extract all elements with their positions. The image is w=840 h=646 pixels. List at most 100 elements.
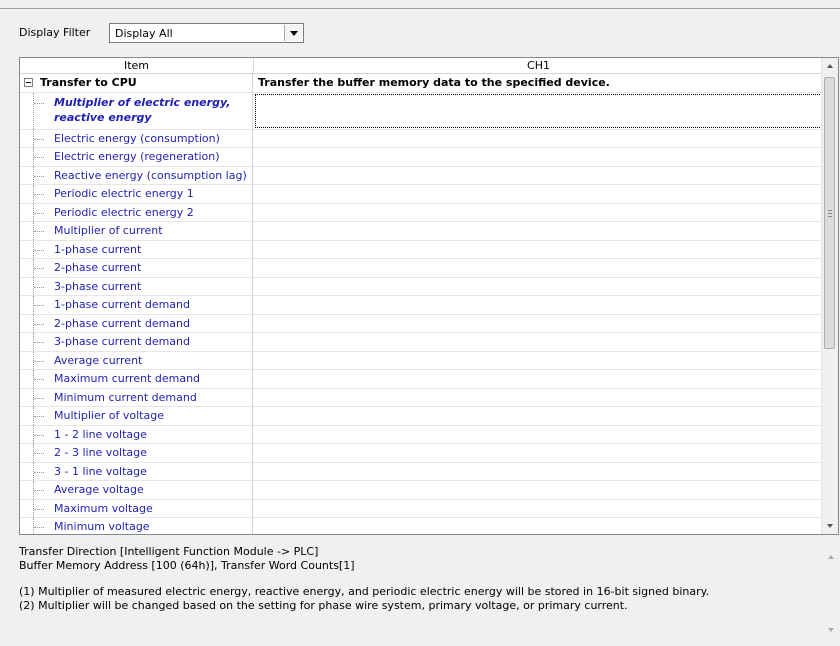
tree-branch — [34, 490, 44, 491]
grid-header: Item CH1 — [20, 58, 823, 74]
arrow-down-icon — [828, 628, 834, 632]
item-label: 1 - 2 line voltage — [54, 427, 147, 441]
buffer-address-text: Buffer Memory Address [100 (64h)], Trans… — [19, 559, 355, 572]
table-row[interactable]: Periodic electric energy 1 — [20, 185, 823, 204]
tree-branch — [34, 360, 44, 362]
desc-scroll-up-button[interactable] — [823, 549, 839, 565]
value-cell[interactable] — [254, 444, 823, 462]
group-row-transfer-to-cpu[interactable]: Transfer to CPU Transfer the buffer memo… — [20, 74, 823, 93]
value-cell[interactable] — [254, 518, 823, 534]
item-cell: Minimum voltage — [20, 518, 253, 534]
description-scrollbar[interactable] — [823, 545, 839, 646]
grid-vertical-scrollbar[interactable] — [821, 58, 838, 534]
scroll-thumb[interactable] — [824, 77, 835, 349]
table-row[interactable]: Electric energy (consumption) — [20, 129, 823, 148]
item-label: Multiplier of electric energy, reactive … — [54, 95, 231, 124]
item-cell: 2-phase current — [20, 259, 253, 277]
item-cell: 3 - 1 line voltage — [20, 462, 253, 480]
value-cell[interactable] — [254, 370, 823, 388]
tree-branch — [34, 212, 44, 214]
table-row[interactable]: Maximum current demand — [20, 370, 823, 389]
table-row[interactable]: 1 - 2 line voltage — [20, 425, 823, 444]
table-row[interactable]: Electric energy (regeneration) — [20, 148, 823, 167]
item-cell: Minimum current demand — [20, 388, 253, 406]
item-label: Minimum current demand — [54, 390, 197, 404]
item-cell: 2-phase current demand — [20, 314, 253, 332]
value-cell[interactable] — [254, 204, 823, 222]
table-row[interactable]: 1-phase current demand — [20, 296, 823, 315]
scroll-down-button[interactable] — [822, 518, 838, 534]
item-cell: 1 - 2 line voltage — [20, 425, 253, 443]
item-label: 3-phase current demand — [54, 335, 190, 348]
tree-branch — [34, 286, 44, 288]
table-row[interactable]: 3-phase current demand — [20, 333, 823, 352]
table-row-selected[interactable]: Multiplier of electric energy, reactive … — [20, 92, 823, 130]
column-header-ch1[interactable]: CH1 — [254, 58, 823, 73]
value-cell[interactable] — [254, 222, 823, 240]
value-cell[interactable] — [254, 259, 823, 277]
value-cell[interactable] — [254, 148, 823, 166]
group-item-cell: Transfer to CPU — [20, 74, 253, 92]
display-filter-dropdown[interactable]: Display All — [109, 23, 304, 43]
value-cell[interactable] — [254, 500, 823, 518]
table-row[interactable]: Multiplier of voltage — [20, 407, 823, 426]
value-cell[interactable] — [254, 130, 823, 148]
item-label: 1-phase current demand — [54, 298, 190, 311]
tree-branch — [34, 249, 44, 251]
value-cell[interactable] — [254, 315, 823, 333]
item-label: Periodic electric energy 2 — [54, 205, 194, 219]
tree-branch — [34, 527, 44, 528]
table-row[interactable]: Minimum current demand — [20, 388, 823, 407]
value-cell[interactable] — [254, 93, 823, 129]
table-row[interactable]: Average voltage — [20, 481, 823, 500]
display-filter-label: Display Filter — [19, 26, 90, 39]
item-cell: 2 - 3 line voltage — [20, 444, 253, 462]
value-cell[interactable] — [254, 278, 823, 296]
value-cell[interactable] — [254, 333, 823, 351]
table-row[interactable]: Reactive energy (consumption lag) — [20, 166, 823, 185]
table-row[interactable]: 2 - 3 line voltage — [20, 444, 823, 463]
value-cell[interactable] — [254, 241, 823, 259]
value-cell[interactable] — [254, 352, 823, 370]
value-cell[interactable] — [254, 463, 823, 481]
note-2-text: (2) Multiplier will be changed based on … — [19, 599, 628, 612]
grip-line — [828, 210, 832, 211]
table-row[interactable]: 2-phase current demand — [20, 314, 823, 333]
tree-branch — [34, 397, 44, 399]
column-header-item[interactable]: Item — [20, 58, 254, 73]
desc-scroll-down-button[interactable] — [823, 622, 839, 638]
item-cell: 3-phase current — [20, 277, 253, 295]
table-row[interactable]: 3-phase current — [20, 277, 823, 296]
table-row[interactable]: Minimum voltage — [20, 518, 823, 534]
table-row[interactable]: 3 - 1 line voltage — [20, 462, 823, 481]
tree-branch — [34, 231, 44, 232]
display-filter-value: Display All — [115, 27, 173, 40]
value-cell[interactable] — [254, 407, 823, 425]
tree-branch — [34, 453, 44, 454]
tree-branch — [34, 138, 44, 140]
value-cell[interactable] — [254, 185, 823, 203]
group-value-cell: Transfer the buffer memory data to the s… — [254, 74, 823, 92]
dropdown-arrow-button[interactable] — [284, 25, 302, 41]
item-label: Periodic electric energy 1 — [54, 187, 194, 200]
value-cell[interactable] — [254, 481, 823, 499]
note-1-text: (1) Multiplier of measured electric ener… — [19, 585, 710, 598]
item-label: 1-phase current — [54, 242, 142, 256]
table-row[interactable]: Average current — [20, 351, 823, 370]
selected-value-cell[interactable] — [255, 93, 822, 128]
value-cell[interactable] — [254, 296, 823, 314]
tree-branch — [34, 434, 44, 436]
top-divider — [0, 8, 840, 9]
description-panel: Transfer Direction [Intelligent Function… — [19, 545, 839, 646]
item-label: Multiplier of current — [54, 224, 163, 237]
table-row[interactable]: 1-phase current — [20, 240, 823, 259]
table-row[interactable]: Multiplier of current — [20, 222, 823, 241]
value-cell[interactable] — [254, 389, 823, 407]
collapse-icon[interactable] — [24, 78, 33, 87]
table-row[interactable]: 2-phase current — [20, 259, 823, 278]
value-cell[interactable] — [254, 426, 823, 444]
table-row[interactable]: Periodic electric energy 2 — [20, 203, 823, 222]
value-cell[interactable] — [254, 167, 823, 185]
table-row[interactable]: Maximum voltage — [20, 499, 823, 518]
scroll-up-button[interactable] — [822, 58, 838, 74]
